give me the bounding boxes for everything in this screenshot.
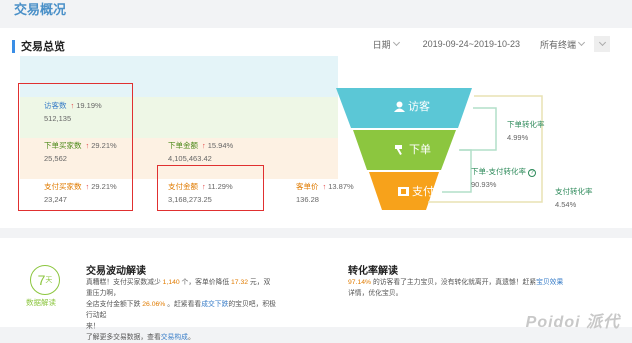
order-pay-rate: 下单-支付转化率 ? 90.93%	[471, 166, 537, 189]
toolbar: 日期 2019-09-24~2019-10-23 所有终端	[373, 36, 610, 52]
item-effect-link[interactable]: 宝贝效果	[536, 279, 563, 286]
terminal-label: 所有终端	[539, 39, 576, 50]
chevron-down-icon	[598, 38, 606, 47]
up-arrow-icon: ↑	[202, 141, 206, 150]
funnel-visit-label: 访客	[394, 98, 430, 114]
section-marker	[12, 39, 15, 53]
pay-rate: 支付转化率 4.54%	[555, 186, 593, 209]
pay-rate-label: 支付转化率	[555, 187, 593, 196]
wallet-icon	[398, 186, 409, 196]
user-icon	[394, 101, 405, 112]
badge-caption: 数据解读	[26, 298, 56, 307]
order-amount-change: 15.94%	[207, 141, 234, 150]
help-icon[interactable]: ?	[528, 169, 537, 177]
date-range[interactable]: 2019-09-24~2019-10-23	[423, 39, 520, 49]
order-pay-rate-label: 下单-支付转化率	[471, 167, 526, 176]
avg-price-label: 客单价	[296, 182, 319, 191]
up-arrow-icon: ↑	[322, 182, 327, 191]
trade-composition-link[interactable]: 交易构成	[161, 334, 188, 341]
pay-rate-value: 4.54%	[555, 200, 577, 209]
order-amount-label: 下单金额	[168, 141, 198, 150]
order-amount-metric: 下单金额 ↑ 15.94% 4,105,463.42	[168, 140, 233, 163]
avg-price-change: 13.87%	[328, 182, 354, 191]
order-rate-label: 下单转化率	[507, 120, 545, 129]
order-amount-value: 4,105,463.42	[168, 154, 212, 163]
order-rate: 下单转化率 4.99%	[507, 119, 545, 142]
funnel-order-label: 下单	[394, 141, 431, 157]
date-dropdown[interactable]: 日期	[372, 38, 400, 51]
chevron-down-icon	[392, 38, 400, 47]
overview-header: 交易总览	[12, 38, 65, 54]
chevron-down-icon	[577, 38, 586, 47]
page-title: 交易概况	[14, 2, 67, 17]
hammer-icon	[395, 144, 402, 155]
expand-button[interactable]	[594, 36, 610, 52]
seven-day-badge: 7天	[30, 265, 60, 295]
highlight-box-pay-amount	[157, 165, 264, 211]
order-pay-connector	[442, 149, 472, 193]
sales-drop-link[interactable]: 成交下跌	[201, 301, 228, 308]
avg-price-value: 136.28	[296, 195, 319, 204]
order-pay-rate-value: 90.93%	[471, 180, 497, 189]
trend-title: 交易波动解读	[86, 266, 146, 277]
highlight-box-buyers	[18, 83, 133, 211]
conversion-title: 转化率解读	[348, 266, 398, 277]
watermark: Poidoi 派代	[525, 314, 620, 331]
avg-price-metric: 客单价 ↑ 13.87% 136.28	[296, 181, 354, 204]
overview-title: 交易总览	[21, 41, 65, 53]
conversion-text: 97.14% 的访客看了主力宝贝，没有转化就离开，真遗憾！赶紧宝贝效果 详情，优…	[348, 279, 564, 297]
trend-text: 真糟糕！支付买家数减少 1,140 个，客单价降低 17.32 元，双重压力啊，…	[86, 279, 276, 341]
funnel-pay-label: 支付	[398, 183, 434, 199]
order-rate-value: 4.99%	[507, 133, 529, 142]
order-rate-connector	[460, 107, 497, 151]
terminal-dropdown[interactable]: 所有终端	[539, 38, 586, 51]
date-label: 日期	[372, 39, 391, 50]
